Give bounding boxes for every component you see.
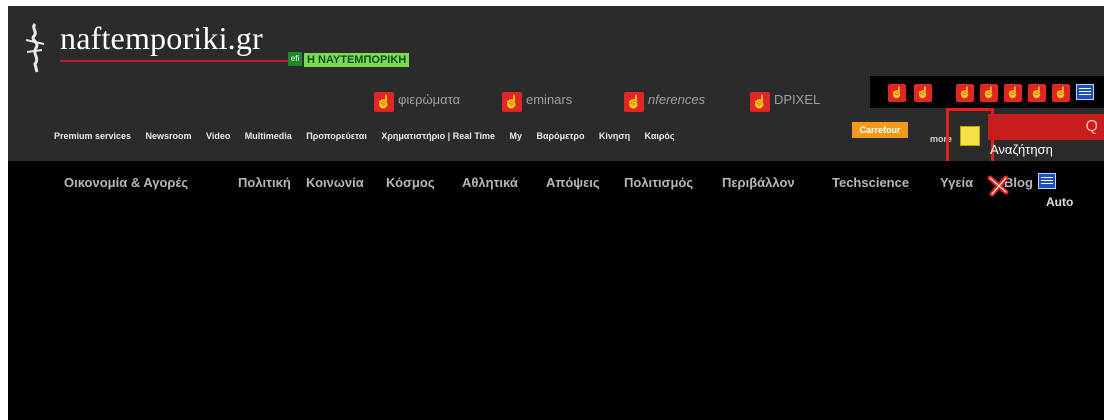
social-rss-icon[interactable]: ☝ [1028,84,1046,102]
top-nav-item[interactable]: Χρηματιστήριο | Real Time [381,131,495,141]
list-icon[interactable] [1038,173,1056,189]
top-nav-item[interactable]: Καιρός [645,131,675,141]
main-nav-item[interactable]: Αθλητικά [462,175,518,190]
browser-viewport: naftemporiki.gr efi Η ΝΑΥΤΕΜΠΟΡΙΚΗ ☝ φιε… [8,6,1104,420]
close-x-icon[interactable] [986,172,1012,198]
social-facebook-icon[interactable]: ☝ [888,84,906,102]
search-label: Αναζήτηση [990,142,1053,157]
top-nav-item[interactable]: Βαρόμετρο [536,131,584,141]
sub-link-afieromata[interactable]: φιερώματα [398,92,460,107]
list-icon[interactable] [1076,84,1094,100]
hand-pointer-icon: ☝ [374,92,394,112]
hand-pointer-icon: ☝ [502,92,522,112]
search-icon[interactable]: Q [1086,118,1098,136]
social-linkedin-icon[interactable]: ☝ [980,84,998,102]
social-instagram-icon[interactable]: ☝ [956,84,974,102]
main-nav-item[interactable]: Υγεία [940,175,973,190]
site-logo[interactable]: naftemporiki.gr [60,20,263,57]
hermes-figure-icon [25,22,45,73]
auto-label[interactable]: Auto [1046,195,1073,209]
main-nav: Οικονομία & Αγορές Πολιτική Κοινωνία Κόσ… [8,161,1104,201]
page: naftemporiki.gr efi Η ΝΑΥΤΕΜΠΟΡΙΚΗ ☝ φιε… [0,0,1104,420]
search-bar[interactable]: Q [988,114,1104,140]
hand-pointer-icon: ☝ [750,92,770,112]
sub-link-dpixel[interactable]: DPIXEL [774,92,820,107]
top-nav-item[interactable]: Προπορεύεται [306,131,367,141]
main-nav-item[interactable]: Οικονομία & Αγορές [64,175,188,190]
top-nav-item[interactable]: My [510,131,523,141]
efi-logo[interactable]: efi [288,52,302,66]
sub-link-conferences[interactable]: nferences [648,92,705,107]
top-nav-item[interactable]: Newsroom [146,131,192,141]
top-nav-item[interactable]: Premium services [54,131,131,141]
main-nav-item[interactable]: Κοινωνία [306,175,364,190]
top-nav-item[interactable]: Video [206,131,230,141]
social-youtube-icon[interactable]: ☝ [1004,84,1022,102]
main-nav-item[interactable]: Techscience [832,175,909,190]
sub-link-seminars[interactable]: eminars [526,92,572,107]
social-icons-bar: ☝ ☝ ☝ ☝ ☝ ☝ ☝ [870,76,1104,108]
main-nav-item[interactable]: Περιβάλλον [722,175,795,190]
main-nav-item[interactable]: Κόσμος [386,175,435,190]
top-nav: Premium services Newsroom Video Multimed… [54,126,685,141]
top-nav-item[interactable]: Multimedia [245,131,292,141]
main-nav-item[interactable]: Πολιτισμός [624,175,693,190]
carrefour-button[interactable]: Carrefour [852,122,908,138]
logo-underline [60,60,292,62]
top-nav-item[interactable]: Κίνηση [599,131,630,141]
print-edition-badge[interactable]: Η ΝΑΥΤΕΜΠΟΡΙΚΗ [304,53,410,67]
site-header: naftemporiki.gr efi Η ΝΑΥΤΕΜΠΟΡΙΚΗ ☝ φιε… [8,6,1104,170]
hand-pointer-icon: ☝ [624,92,644,112]
main-nav-item[interactable]: Απόψεις [546,175,600,190]
main-nav-item[interactable]: Πολιτική [238,175,291,190]
social-apps-icon[interactable]: ☝ [1052,84,1070,102]
social-twitter-icon[interactable]: ☝ [914,84,932,102]
